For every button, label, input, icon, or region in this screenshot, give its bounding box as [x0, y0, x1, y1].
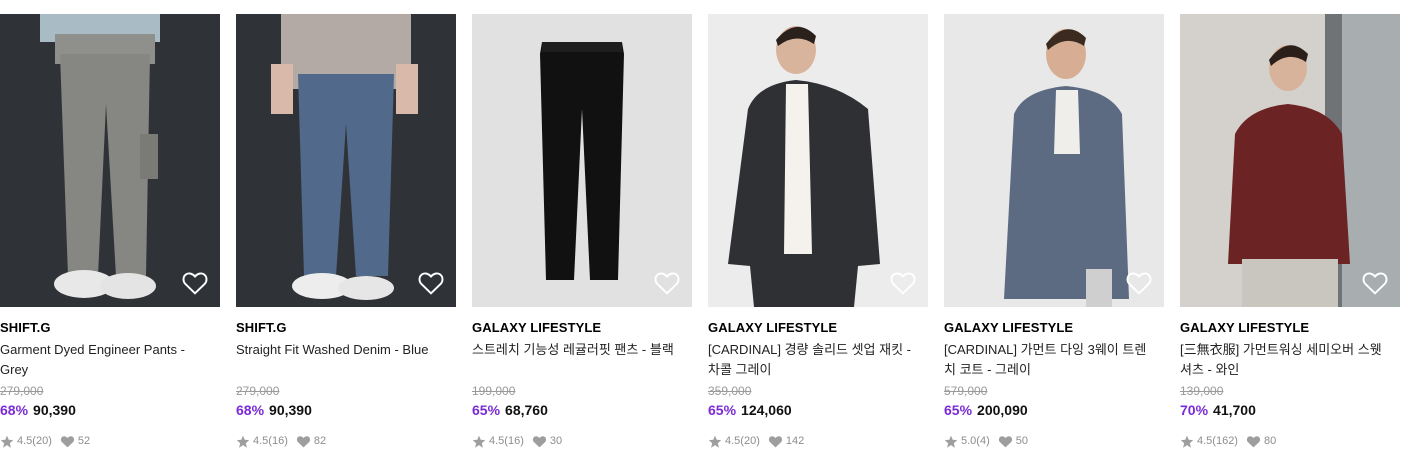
likes-count: 82 — [313, 435, 327, 447]
sale-price: 200,090 — [977, 402, 1028, 418]
sale-price: 90,390 — [33, 402, 76, 418]
product-brand[interactable]: GALAXY LIFESTYLE — [472, 320, 692, 337]
product-name[interactable]: [CARDINAL] 가먼트 다잉 3웨이 트렌치 코트 - 그레이 — [944, 340, 1154, 380]
rating-text: 5.0(4) — [961, 435, 990, 447]
rating-text: 4.5(20) — [17, 435, 52, 447]
price-row: 68% 90,390 — [236, 402, 456, 420]
likes-count: 52 — [77, 435, 91, 447]
original-price: 279,000 — [236, 384, 280, 398]
likes-count: 142 — [785, 435, 805, 447]
wishlist-heart-icon[interactable] — [890, 271, 916, 295]
product-name[interactable]: Straight Fit Washed Denim - Blue — [236, 340, 446, 380]
wishlist-heart-icon[interactable] — [182, 271, 208, 295]
product-image[interactable] — [0, 14, 220, 307]
product-name[interactable]: [CARDINAL] 경량 솔리드 셋업 재킷 - 차콜 그레이 — [708, 340, 918, 380]
rating-text: 4.5(20) — [725, 435, 760, 447]
sale-price: 41,700 — [1213, 402, 1256, 418]
price-row: 68% 90,390 — [0, 402, 220, 420]
likes-count: 30 — [549, 435, 563, 447]
heart-filled-icon — [60, 435, 74, 447]
star-icon — [944, 435, 958, 448]
product-meta: 4.5(20) 52 — [0, 434, 220, 448]
price-row: 70% 41,700 — [1180, 402, 1400, 420]
product-meta: 4.5(162) 80 — [1180, 434, 1400, 448]
heart-filled-icon — [1246, 435, 1261, 447]
original-price: 579,000 — [944, 384, 988, 398]
product-card[interactable]: SHIFT.G Straight Fit Washed Denim - Blue… — [236, 14, 456, 448]
product-card[interactable]: GALAXY LIFESTYLE [CARDINAL] 가먼트 다잉 3웨이 트… — [944, 14, 1164, 448]
discount-rate: 65% — [944, 402, 973, 418]
likes-count: 80 — [1263, 435, 1277, 447]
original-price: 359,000 — [708, 384, 752, 398]
product-card[interactable]: GALAXY LIFESTYLE [三無衣服] 가먼트워싱 세미오버 스웻셔츠 … — [1180, 14, 1400, 448]
wishlist-heart-icon[interactable] — [654, 271, 680, 295]
star-icon — [472, 435, 486, 448]
product-brand[interactable]: SHIFT.G — [0, 320, 220, 337]
sale-price: 68,760 — [505, 402, 548, 418]
product-meta: 4.5(16) 82 — [236, 434, 456, 448]
discount-rate: 68% — [0, 402, 29, 418]
sale-price: 90,390 — [269, 402, 312, 418]
discount-rate: 70% — [1180, 402, 1209, 418]
product-image[interactable] — [944, 14, 1164, 307]
product-name[interactable]: 스트레치 기능성 레귤러핏 팬츠 - 블랙 — [472, 340, 682, 380]
original-price: 139,000 — [1180, 384, 1224, 398]
product-brand[interactable]: GALAXY LIFESTYLE — [1180, 320, 1400, 337]
star-icon — [236, 435, 250, 448]
rating-text: 4.5(16) — [489, 435, 524, 447]
price-row: 65% 124,060 — [708, 402, 928, 420]
product-brand[interactable]: GALAXY LIFESTYLE — [944, 320, 1164, 337]
discount-rate: 68% — [236, 402, 265, 418]
product-image[interactable] — [472, 14, 692, 307]
product-image[interactable] — [1180, 14, 1400, 307]
sale-price: 124,060 — [741, 402, 792, 418]
product-card[interactable]: GALAXY LIFESTYLE [CARDINAL] 경량 솔리드 셋업 재킷… — [708, 14, 928, 448]
product-card[interactable]: SHIFT.G Garment Dyed Engineer Pants - Gr… — [0, 14, 220, 448]
discount-rate: 65% — [472, 402, 501, 418]
rating-text: 4.5(162) — [1197, 435, 1238, 447]
original-price: 199,000 — [472, 384, 516, 398]
product-brand[interactable]: GALAXY LIFESTYLE — [708, 320, 928, 337]
product-grid: SHIFT.G Garment Dyed Engineer Pants - Gr… — [0, 0, 1414, 462]
discount-rate: 65% — [708, 402, 737, 418]
price-row: 65% 200,090 — [944, 402, 1164, 420]
heart-filled-icon — [296, 435, 310, 447]
wishlist-heart-icon[interactable] — [1126, 271, 1152, 295]
product-image[interactable] — [708, 14, 928, 307]
likes-count: 50 — [1015, 435, 1028, 447]
price-row: 65% 68,760 — [472, 402, 692, 420]
product-card[interactable]: GALAXY LIFESTYLE 스트레치 기능성 레귤러핏 팬츠 - 블랙 1… — [472, 14, 692, 448]
rating-text: 4.5(16) — [253, 435, 288, 447]
original-price: 279,000 — [0, 384, 44, 398]
heart-filled-icon — [768, 435, 782, 447]
product-meta: 4.5(20) 142 — [708, 434, 928, 448]
star-icon — [1180, 435, 1194, 448]
product-meta: 4.5(16) 30 — [472, 434, 692, 448]
product-meta: 5.0(4) 50 — [944, 434, 1164, 448]
star-icon — [708, 435, 722, 448]
wishlist-heart-icon[interactable] — [1362, 271, 1388, 295]
wishlist-heart-icon[interactable] — [418, 271, 444, 295]
heart-filled-icon — [532, 435, 546, 447]
product-name[interactable]: Garment Dyed Engineer Pants - Grey — [0, 340, 210, 380]
product-image[interactable] — [236, 14, 456, 307]
star-icon — [0, 435, 14, 448]
heart-filled-icon — [998, 435, 1012, 447]
product-brand[interactable]: SHIFT.G — [236, 320, 456, 337]
product-name[interactable]: [三無衣服] 가먼트워싱 세미오버 스웻셔츠 - 와인 — [1180, 340, 1390, 380]
